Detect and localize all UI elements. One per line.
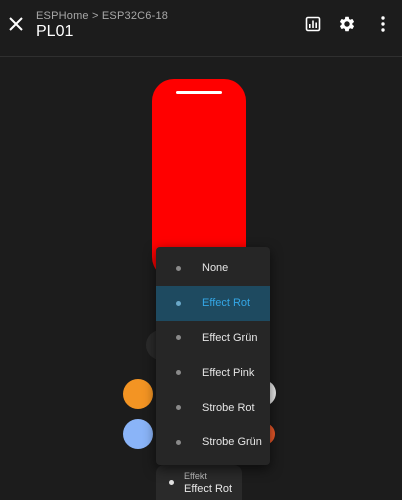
color-swatch-blue[interactable] [123,419,153,449]
effect-select-label: Effekt [184,471,207,481]
close-icon [9,17,23,31]
bullet-icon [176,439,181,445]
menu-item-label: Effect Pink [202,366,255,379]
menu-item-effect-pink[interactable]: Effect Pink [156,355,270,390]
breadcrumb[interactable]: ESPHome > ESP32C6-18 [36,10,168,22]
more-button[interactable] [367,8,399,40]
menu-item-strobe-gruen[interactable]: Strobe Grün [156,425,270,460]
slider-handle[interactable] [176,91,222,94]
menu-item-none[interactable]: None [156,251,270,286]
chart-icon [305,16,321,32]
bullet-icon [176,370,181,376]
menu-item-label: Strobe Grün [202,436,262,449]
settings-button[interactable] [331,8,363,40]
history-button[interactable] [297,8,329,40]
close-button[interactable] [0,8,32,40]
effect-select[interactable]: Effekt Effect Rot [156,465,242,500]
bullet-icon [176,300,181,306]
bullet-icon [176,265,181,271]
bullet-icon [176,405,181,411]
page-title: PL01 [36,23,74,40]
color-swatch-orange[interactable] [123,379,153,409]
bullet-icon [176,335,181,341]
more-vertical-icon [381,16,385,32]
effect-dot-icon [169,480,174,485]
menu-item-strobe-rot[interactable]: Strobe Rot [156,390,270,425]
menu-item-label: Effect Rot [202,297,251,310]
menu-item-label: Strobe Rot [202,401,255,414]
menu-item-effect-rot[interactable]: Effect Rot [156,285,270,321]
app-header: ESPHome > ESP32C6-18 PL01 [0,0,402,57]
effect-menu: None Effect Rot Effect Grün Effect Pink … [156,247,270,465]
menu-item-effect-gruen[interactable]: Effect Grün [156,321,270,356]
effect-select-value: Effect Rot [184,483,233,495]
gear-icon [339,16,355,32]
menu-item-label: Effect Grün [202,331,258,344]
menu-item-label: None [202,262,229,275]
